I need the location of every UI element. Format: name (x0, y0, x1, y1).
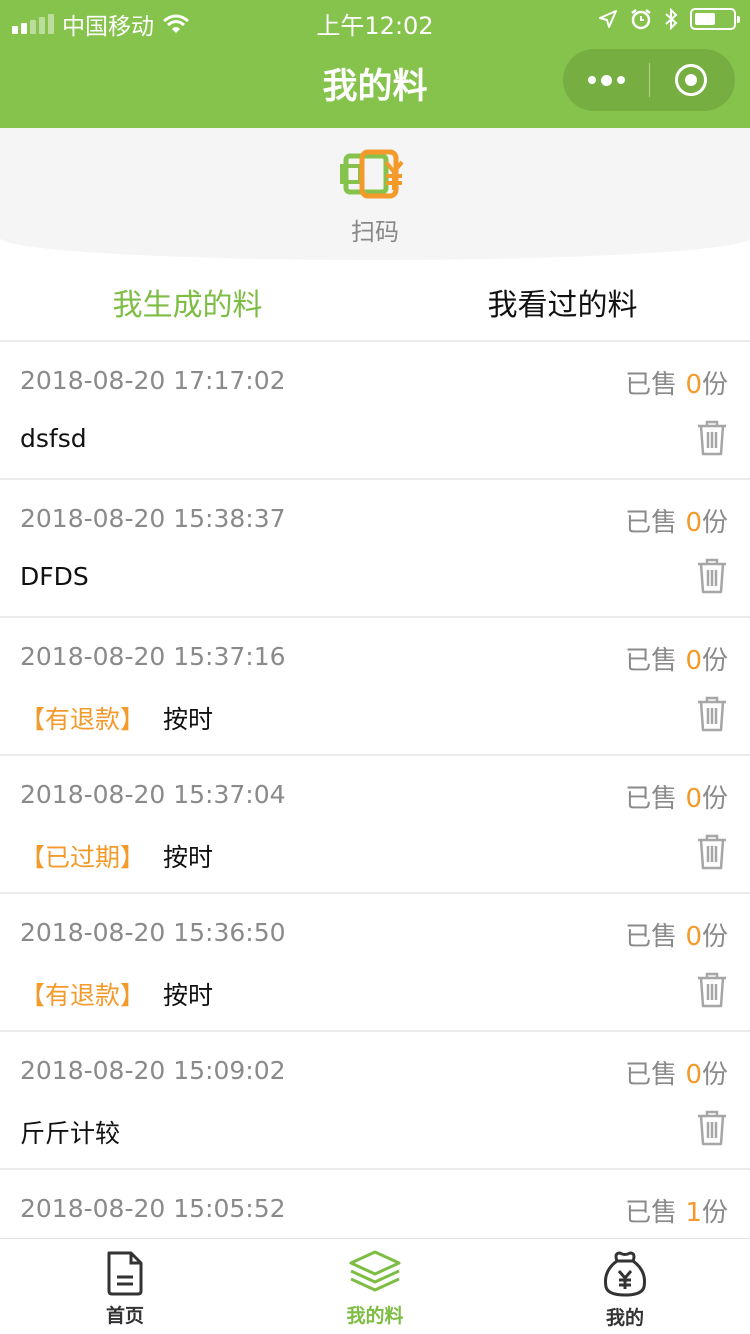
sold-prefix: 已售 (625, 646, 678, 676)
sold-number: 0 (685, 922, 702, 952)
sold-number: 0 (685, 646, 702, 676)
item-date: 2018-08-20 17:17:02 (20, 366, 286, 395)
sold-count: 已售 0份 (625, 364, 728, 401)
trash-icon[interactable] (696, 558, 728, 594)
list-item[interactable]: 2018-08-20 15:38:37 已售 0份 DFDS (0, 480, 750, 618)
sold-prefix: 已售 (625, 1198, 678, 1228)
scan-label: 扫码 (351, 218, 399, 246)
material-list: 2018-08-20 17:17:02 已售 0份 dsfsd 2018-08-20 … (0, 342, 750, 1308)
item-name-row: 【有退款】 按时 (20, 976, 213, 1012)
item-date: 2018-08-20 15:05:52 (20, 1194, 286, 1223)
alarm-icon (631, 9, 651, 30)
sold-count: 已售 0份 (625, 778, 728, 815)
sold-suffix: 份 (701, 1198, 728, 1228)
close-mini-program-icon[interactable] (675, 64, 707, 96)
sold-count: 已售 0份 (625, 640, 728, 677)
sold-count: 已售 0份 (625, 1054, 728, 1091)
tabbar-my-material-label: 我的料 (346, 1305, 404, 1327)
tab-viewed[interactable]: 我看过的料 (375, 280, 750, 324)
tabbar-mine-label: 我的 (605, 1307, 644, 1329)
document-icon (107, 1251, 143, 1296)
sold-suffix: 份 (701, 1060, 728, 1090)
sold-prefix: 已售 (625, 508, 678, 538)
sold-prefix: 已售 (625, 1060, 678, 1090)
trash-icon[interactable] (696, 834, 728, 870)
item-name: 按时 (163, 843, 214, 872)
item-name-row: dsfsd (20, 424, 87, 453)
item-date: 2018-08-20 15:09:02 (20, 1056, 286, 1085)
sold-number: 0 (685, 370, 702, 400)
sold-suffix: 份 (701, 922, 728, 952)
more-dots-icon (587, 76, 596, 84)
sold-suffix: 份 (701, 370, 728, 400)
money-bag-icon (604, 1251, 646, 1297)
battery-icon (690, 8, 740, 30)
sold-prefix: 已售 (625, 370, 678, 400)
sold-suffix: 份 (701, 508, 728, 538)
scan-button[interactable]: 扫码 (330, 148, 420, 248)
tabbar-home[interactable]: 首页 (0, 1249, 250, 1328)
sold-number: 0 (685, 508, 702, 538)
item-name: 斤斤计较 (20, 1119, 121, 1148)
item-name: DFDS (20, 562, 89, 591)
item-name-row: 【已过期】 按时 (20, 838, 213, 874)
list-item[interactable]: 2018-08-20 17:17:02 已售 0份 dsfsd (0, 342, 750, 480)
scan-yuan-icon (340, 149, 404, 199)
sold-suffix: 份 (701, 646, 728, 676)
trash-icon[interactable] (696, 1110, 728, 1146)
sold-count: 已售 0份 (625, 916, 728, 953)
status-bar: 中国移动 上午12:02 (0, 0, 750, 40)
tabbar-my-material[interactable]: 我的料 (250, 1249, 500, 1328)
layers-icon (349, 1250, 401, 1292)
list-item[interactable]: 2018-08-20 15:09:02 已售 0份斤斤计较 (0, 1032, 750, 1170)
trash-icon[interactable] (696, 972, 728, 1008)
sold-prefix: 已售 (625, 784, 678, 814)
bottom-tab-bar: 首页 我的料 我的 (0, 1238, 750, 1334)
item-date: 2018-08-20 15:36:50 (20, 918, 286, 947)
item-date: 2018-08-20 15:38:37 (20, 504, 286, 533)
tab-generated[interactable]: 我生成的料 (0, 280, 375, 324)
mini-program-capsule (563, 49, 735, 111)
item-name-row: DFDS (20, 562, 89, 591)
item-date: 2018-08-20 15:37:16 (20, 642, 286, 671)
sold-number: 0 (685, 784, 702, 814)
more-button[interactable] (563, 49, 649, 111)
tabbar-mine[interactable]: 我的 (500, 1249, 750, 1330)
trash-icon[interactable] (696, 420, 728, 456)
item-name: 按时 (163, 981, 214, 1010)
bluetooth-icon (665, 8, 678, 30)
list-item[interactable]: 2018-08-20 15:37:16 已售 0份【有退款】 按时 (0, 618, 750, 756)
item-name: 按时 (163, 705, 214, 734)
status-tag: 【已过期】 (20, 843, 146, 872)
sold-count: 已售 1份 (625, 1192, 728, 1229)
item-date: 2018-08-20 15:37:04 (20, 780, 286, 809)
list-item[interactable]: 2018-08-20 15:37:04 已售 0份【已过期】 按时 (0, 756, 750, 894)
item-name-row: 斤斤计较 (20, 1114, 120, 1150)
status-tag: 【有退款】 (20, 705, 146, 734)
item-name: dsfsd (20, 424, 87, 453)
sold-suffix: 份 (701, 784, 728, 814)
sold-count: 已售 0份 (625, 502, 728, 539)
list-item[interactable]: 2018-08-20 15:36:50 已售 0份【有退款】 按时 (0, 894, 750, 1032)
location-arrow-icon (599, 10, 617, 28)
tabbar-home-label: 首页 (105, 1305, 144, 1327)
status-tag: 【有退款】 (20, 981, 146, 1010)
sold-number: 1 (685, 1198, 702, 1228)
sold-number: 0 (685, 1060, 702, 1090)
sold-prefix: 已售 (625, 922, 678, 952)
item-name-row: 【有退款】 按时 (20, 700, 213, 736)
header-bar: 中国移动 上午12:02 我的料 (0, 0, 750, 128)
trash-icon[interactable] (696, 696, 728, 732)
tab-bar-top: 我生成的料 我看过的料 (0, 262, 750, 342)
